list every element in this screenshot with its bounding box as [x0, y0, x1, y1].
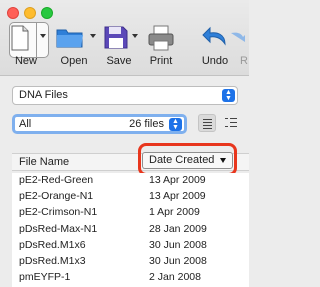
list-view-button[interactable]	[198, 114, 216, 132]
file-date: 13 Apr 2009	[149, 190, 206, 203]
date-created-label: Date Created	[149, 154, 215, 166]
undo-arrow-icon	[202, 26, 226, 46]
collection-stepper-icon[interactable]: ▲ ▼	[222, 89, 235, 102]
filter-value: All	[19, 118, 32, 130]
undo-button[interactable]: Undo	[198, 22, 232, 72]
save-button[interactable]: Save	[100, 22, 138, 72]
table-row[interactable]: pDsRed.M1x3 30 Jun 2008	[12, 254, 249, 270]
file-name: pDsRed-Max-N1	[19, 222, 98, 235]
file-date: 13 Apr 2009	[149, 174, 206, 186]
print-label: Print	[149, 55, 173, 67]
toolbar: New Open Save Print Undo R	[0, 0, 249, 76]
printer-icon	[148, 25, 174, 51]
minimize-window-button[interactable]	[24, 7, 36, 19]
column-header-file-name[interactable]: File Name	[19, 156, 69, 168]
open-label: Open	[60, 55, 88, 67]
filter-stepper-icon[interactable]: ▲ ▼	[169, 118, 182, 131]
new-document-icon	[11, 25, 29, 51]
close-window-button[interactable]	[7, 7, 19, 19]
zoom-window-button[interactable]	[41, 7, 53, 19]
file-list: pE2-Red-Green 13 Apr 2009 pE2-Orange-N1 …	[12, 173, 249, 287]
file-date: 1 Apr 2009	[149, 206, 200, 219]
save-label: Save	[106, 55, 132, 67]
table-row[interactable]: pmEYFP-1 2 Jan 2008	[12, 270, 249, 286]
open-button[interactable]: Open	[54, 22, 96, 72]
file-date: 30 Jun 2008	[149, 238, 207, 251]
open-menu-arrow-icon[interactable]	[90, 34, 96, 38]
redo-arrow-icon	[231, 32, 245, 42]
collection-value: DNA Files	[19, 89, 68, 101]
new-menu-arrow-icon[interactable]	[40, 34, 46, 38]
file-name: pE2-Crimson-N1	[19, 206, 98, 219]
file-date: 28 Jan 2009	[149, 222, 207, 235]
file-date: 2 Jan 2008	[149, 271, 201, 284]
new-label: New	[14, 55, 37, 67]
table-row[interactable]: pDsRed.M1x6 30 Jun 2008	[12, 238, 249, 254]
file-name: pE2-Orange-N1	[19, 190, 94, 203]
redo-button[interactable]: R	[231, 22, 254, 72]
undo-label: Undo	[201, 55, 229, 67]
print-button[interactable]: Print	[142, 22, 180, 72]
table-row[interactable]: pE2-Orange-N1 13 Apr 2009	[12, 189, 249, 205]
file-name: pmEYFP-1	[19, 271, 71, 284]
file-name: pDsRed.M1x3	[19, 254, 86, 267]
sort-descending-icon	[220, 158, 226, 163]
table-row[interactable]: pE2-Crimson-N1 1 Apr 2009	[12, 205, 249, 221]
new-button[interactable]: New	[4, 22, 49, 72]
file-date: 30 Jun 2008	[149, 254, 207, 267]
file-name: pDsRed.M1x6	[19, 238, 86, 251]
table-row[interactable]: pE2-Red-Green 13 Apr 2009	[12, 173, 249, 189]
filter-selector[interactable]: All 26 files ▲ ▼	[12, 114, 187, 134]
table-row[interactable]: pDsRed-Max-N1 28 Jan 2009	[12, 222, 249, 238]
column-header-date-created[interactable]: Date Created	[142, 152, 233, 169]
detail-view-button[interactable]	[222, 114, 240, 132]
file-name: pE2-Red-Green	[19, 174, 94, 186]
folder-icon	[56, 29, 83, 48]
collection-selector[interactable]: DNA Files ▲ ▼	[12, 86, 238, 105]
new-button-split	[36, 22, 37, 58]
redo-label: R	[240, 55, 248, 67]
file-count: 26 files	[129, 118, 164, 130]
save-menu-arrow-icon[interactable]	[132, 34, 138, 38]
floppy-disk-icon	[104, 26, 128, 49]
